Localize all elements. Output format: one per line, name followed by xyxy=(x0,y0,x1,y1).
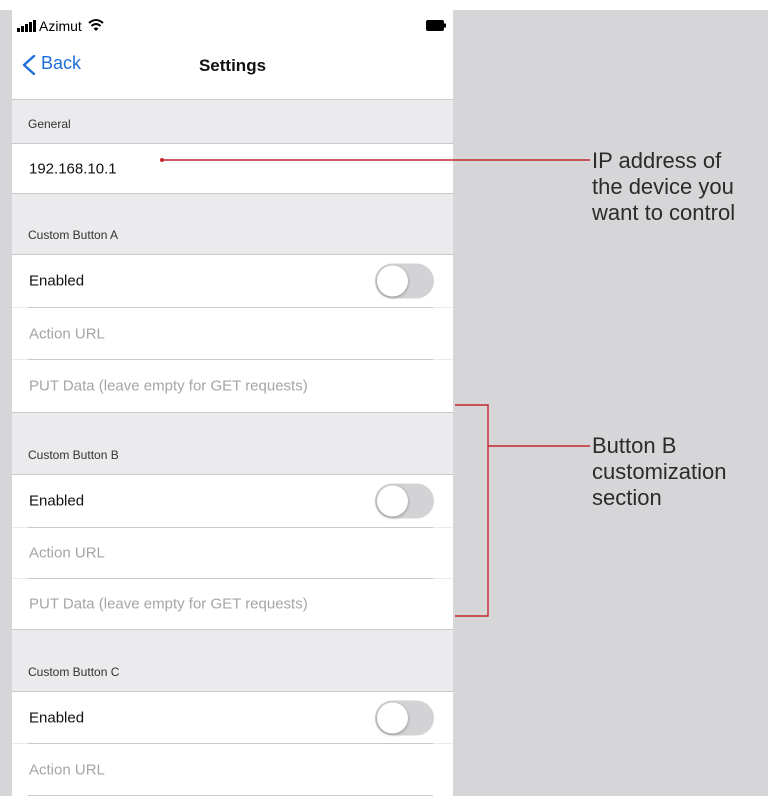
button-b-put-data-field[interactable]: PUT Data (leave empty for GET requests) xyxy=(12,579,453,629)
section-header-button-c: Custom Button C xyxy=(12,630,453,691)
button-b-enabled-row: Enabled xyxy=(12,475,453,527)
button-b-annotation: Button B customization section xyxy=(592,433,727,511)
button-a-put-data-field[interactable]: PUT Data (leave empty for GET requests) xyxy=(12,360,453,412)
annotation-line: the device you xyxy=(592,174,734,199)
button-c-enabled-label: Enabled xyxy=(29,709,85,726)
button-a-action-url-field[interactable]: Action URL xyxy=(12,308,453,359)
annotation-line: Button B xyxy=(592,433,677,458)
button-b-enabled-toggle[interactable] xyxy=(375,483,434,519)
section-header-label: Custom Button C xyxy=(28,665,120,679)
section-header-general: General xyxy=(12,100,453,143)
toggle-knob xyxy=(377,702,408,733)
section-header-label: General xyxy=(28,117,71,131)
annotation-line: section xyxy=(592,485,662,510)
ip-address-annotation: IP address of the device you want to con… xyxy=(592,148,735,226)
section-header-label: Custom Button A xyxy=(28,228,119,242)
toggle-knob xyxy=(377,265,408,297)
button-b-action-url-field[interactable]: Action URL xyxy=(12,528,453,578)
toggle-knob xyxy=(377,485,408,517)
annotation-line: IP address of xyxy=(592,148,722,173)
phone-screen: Azimut Back Settings General 192.168.10.… xyxy=(12,10,453,796)
button-a-enabled-label: Enabled xyxy=(29,272,85,290)
button-b-action-url-placeholder: Action URL xyxy=(29,544,105,562)
page-title: Settings xyxy=(198,56,267,75)
section-header-label: Custom Button B xyxy=(28,448,119,462)
button-a-action-url-placeholder: Action URL xyxy=(29,325,105,342)
button-c-enabled-toggle[interactable] xyxy=(375,700,434,735)
ip-address-field[interactable]: 192.168.10.1 xyxy=(12,143,453,194)
top-strip xyxy=(0,0,768,10)
button-c-enabled-row: Enabled xyxy=(12,692,453,743)
button-b-enabled-label: Enabled xyxy=(29,492,85,510)
button-b-put-data-placeholder: PUT Data (leave empty for GET requests) xyxy=(29,595,308,613)
button-b-bracket xyxy=(455,404,590,617)
annotation-line: want to control xyxy=(592,200,736,225)
button-a-enabled-row: Enabled xyxy=(12,255,453,307)
button-a-enabled-toggle[interactable] xyxy=(375,263,434,299)
annotation-line: customization xyxy=(592,459,727,484)
signal-icon xyxy=(17,20,36,32)
button-c-action-url-field[interactable]: Action URL xyxy=(12,744,453,796)
navigation-bar: Back Settings xyxy=(12,40,453,100)
status-bar: Azimut xyxy=(12,10,453,40)
ip-address-value: 192.168.10.1 xyxy=(29,160,117,177)
button-a-put-data-placeholder: PUT Data (leave empty for GET requests) xyxy=(29,377,308,395)
button-c-action-url-placeholder: Action URL xyxy=(29,761,105,779)
battery-icon xyxy=(426,20,446,31)
wifi-icon xyxy=(88,19,104,31)
section-header-button-b: Custom Button B xyxy=(12,413,453,474)
section-header-button-a: Custom Button A xyxy=(12,194,453,254)
carrier-name: Azimut xyxy=(39,18,82,34)
